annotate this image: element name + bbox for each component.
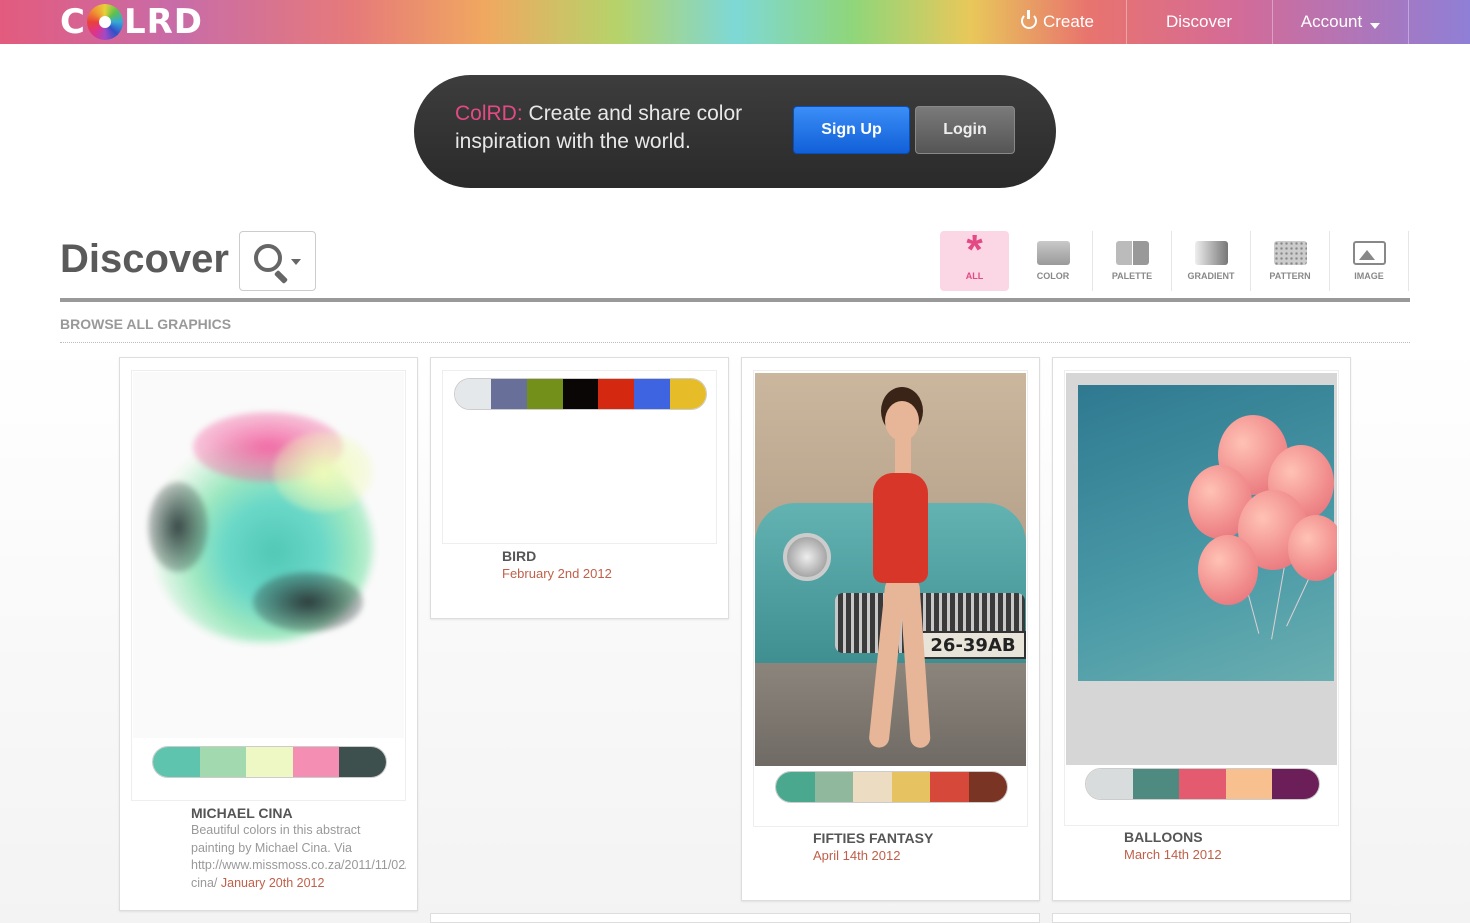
nav-account[interactable]: Account (1272, 0, 1409, 44)
card-date: April 14th 2012 (813, 848, 901, 863)
card-artwork-frame (442, 370, 717, 544)
swatch (891, 772, 930, 802)
filter-color[interactable]: COLOR (1014, 231, 1093, 291)
swatch (153, 747, 200, 777)
login-button[interactable]: Login (915, 106, 1015, 154)
swatch (1225, 769, 1273, 799)
sign-up-button[interactable]: Sign Up (793, 106, 910, 154)
swatch (1086, 769, 1133, 799)
filter-image[interactable]: IMAGE (1330, 231, 1409, 291)
page-title: Discover (60, 237, 229, 281)
swatch (670, 379, 706, 409)
abstract-painting-image (133, 372, 404, 738)
card-description: Beautiful colors in this abstract painti… (191, 823, 406, 890)
swatch (930, 772, 969, 802)
card-title[interactable]: BALLOONS (1124, 829, 1203, 845)
divider (60, 298, 1410, 302)
divider (60, 342, 1410, 343)
card-date: February 2nd 2012 (502, 566, 612, 581)
color-palette (1085, 768, 1320, 800)
chevron-down-icon (1370, 23, 1381, 29)
license-plate: 26-39AB (920, 631, 1026, 659)
signup-banner: ColRD: Create and share color inspiratio… (414, 75, 1056, 188)
graphic-card[interactable]: BALLOONS March 14th 2012 (1052, 357, 1351, 901)
browse-heading: BROWSE ALL GRAPHICS (60, 316, 232, 332)
colrd-logo[interactable]: C LRD (60, 2, 203, 42)
top-navigation-bar: C LRD Create Discover Account (0, 0, 1470, 44)
swatch (199, 747, 247, 777)
asterisk-icon: * (966, 226, 983, 273)
swatch (853, 772, 892, 802)
color-wheel-icon (86, 4, 123, 40)
card-title[interactable]: FIFTIES FANTASY (813, 830, 933, 846)
graphic-card[interactable]: BIRD February 2nd 2012 (430, 357, 729, 619)
swatch (562, 379, 599, 409)
color-palette (775, 771, 1008, 803)
fifties-photo-image: 26-39AB (755, 373, 1026, 766)
banner-text: ColRD: Create and share color inspiratio… (455, 102, 743, 153)
balloons-photo-image (1066, 373, 1337, 765)
swatch (1272, 769, 1319, 799)
swatch (598, 379, 635, 409)
gradient-icon (1194, 241, 1228, 265)
swatch (776, 772, 815, 802)
graphic-card[interactable] (1052, 913, 1351, 923)
swatch (339, 747, 386, 777)
nav-create[interactable]: Create (990, 0, 1125, 44)
color-palette (454, 378, 707, 410)
swatch (634, 379, 671, 409)
graphic-card[interactable]: 26-39AB FIFTIES FANTASY April 14th 2012 (741, 357, 1040, 901)
swatch (526, 379, 563, 409)
search-icon (254, 244, 282, 272)
card-artwork-frame (1064, 370, 1339, 826)
color-palette (152, 746, 387, 778)
swatch (1179, 769, 1226, 799)
swatch (814, 772, 853, 802)
chevron-down-icon (291, 259, 301, 265)
filter-bar: * ALL COLOR PALETTE GRADIENT PATTERN IMA… (940, 226, 1409, 291)
card-date: March 14th 2012 (1124, 847, 1222, 862)
nav-discover[interactable]: Discover (1126, 0, 1271, 44)
card-artwork-frame (131, 370, 406, 801)
swatch (1132, 769, 1180, 799)
search-button[interactable] (239, 231, 316, 291)
swatch (246, 747, 293, 777)
filter-palette[interactable]: PALETTE (1093, 231, 1172, 291)
filter-all[interactable]: * ALL (940, 226, 1009, 291)
pattern-icon (1273, 241, 1307, 265)
graphic-card[interactable] (430, 913, 1040, 923)
swatch (968, 772, 1007, 802)
image-icon (1352, 241, 1386, 265)
card-artwork-frame: 26-39AB (753, 370, 1028, 827)
card-title[interactable]: MICHAEL CINA (191, 805, 293, 821)
palette-icon (1115, 241, 1149, 265)
card-title[interactable]: BIRD (502, 548, 536, 564)
swatch (292, 747, 340, 777)
graphic-card[interactable]: MICHAEL CINA Beautiful colors in this ab… (119, 357, 418, 911)
filter-pattern[interactable]: PATTERN (1251, 231, 1330, 291)
swatch (490, 379, 527, 409)
swatch (455, 379, 491, 409)
filter-gradient[interactable]: GRADIENT (1172, 231, 1251, 291)
power-icon (1020, 10, 1037, 29)
color-icon (1036, 241, 1070, 265)
